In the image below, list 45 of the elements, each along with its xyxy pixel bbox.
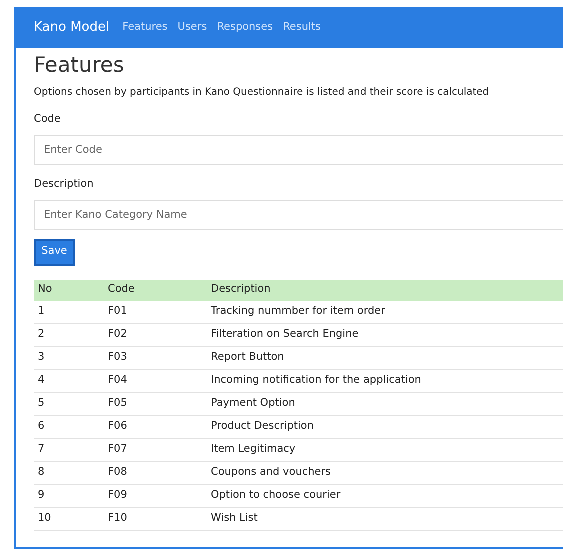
page-title: Features [34,52,126,79]
brand[interactable]: Kano Model [34,18,110,38]
nav-link[interactable]: Users [178,20,208,36]
table-cell: F01 [108,304,128,317]
table-cell: Incoming notification for the application [211,374,422,386]
column-header: Code [108,283,135,296]
table-cell: F10 [108,512,128,524]
table-cell: Tracking nummber for item order [211,304,386,317]
table-cell: 1 [38,304,45,317]
field-label: Code [34,112,62,127]
table-cell: Payment Option [211,396,296,409]
table-cell: Option to choose courier [211,488,341,501]
table-cell: Report Button [211,350,284,363]
table-cell: F08 [108,466,128,478]
table-cell: 8 [38,466,45,478]
field-label: Description [34,176,95,192]
nav-link[interactable]: Results [283,20,322,36]
table-cell: Wish List [211,512,258,524]
table-cell: F04 [108,374,128,386]
table-cell: 2 [38,328,45,340]
table-cell: 6 [38,420,45,432]
table-cell: F09 [108,488,128,501]
table-cell: Product Description [211,420,314,432]
input-field[interactable]: Enter Kano Category Name [34,200,563,230]
table-cell: Coupons and vouchers [211,466,332,478]
table-cell: Item Legitimacy [211,442,296,455]
nav-link[interactable]: Features [122,20,168,36]
table-cell: F03 [108,350,128,363]
table-cell: 5 [38,396,45,409]
table-cell: F02 [108,328,128,340]
save-button[interactable]: Save [34,238,75,266]
table-cell: 3 [38,350,45,363]
page-description: Options chosen by participants in Kano Questionnaire is listed and their score is calculated [34,86,490,100]
table-cell: F05 [108,396,128,409]
input-field[interactable]: Enter Code [34,134,563,165]
column-header: No [38,283,52,296]
table-cell: Filteration on Search Engine [211,328,359,340]
table-cell: F06 [108,420,128,432]
table-cell: F07 [108,442,128,455]
table-cell: 10 [38,512,52,524]
table-cell: 9 [38,488,45,501]
nav-link[interactable]: Responses [217,20,274,36]
column-header: Description [211,283,271,296]
table-cell: 4 [38,374,45,386]
table-cell: 7 [38,442,45,455]
